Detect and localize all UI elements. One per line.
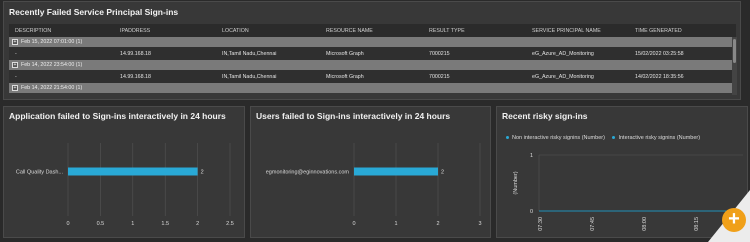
group-label: Feb 14, 2022 23:54:00 (1) <box>21 62 83 68</box>
cell-result-type: 7000215 <box>429 74 450 80</box>
x-tick-label: 3 <box>478 221 481 227</box>
cell-service-principal-name: eG_Azure_AD_Monitoring <box>532 74 594 80</box>
cell-resource-name: Microsoft Graph <box>326 74 364 80</box>
y-tick-label: 0 <box>530 209 533 215</box>
x-tick-label: 0 <box>66 221 69 227</box>
group-row[interactable]: + Feb 14, 2022 23:54:00 (1) <box>9 60 736 70</box>
table-row[interactable]: - 14.99.168.18 IN,Tamil Nadu,Chennai Mic… <box>9 70 736 83</box>
x-tick-label: 08:15 <box>694 217 700 231</box>
column-header-result-type[interactable]: RESULT TYPE <box>429 28 465 34</box>
cell-ipaddress: 14.99.168.18 <box>120 74 151 80</box>
column-header-resource-name[interactable]: RESOURCE NAME <box>326 28 373 34</box>
cell-time-generated: 15/02/2022 03:25:58 <box>635 51 684 57</box>
user-failed-signins-panel: Users failed to Sign-ins interactively i… <box>250 106 491 238</box>
column-header-service-principal-name[interactable]: SERVICE PRINCIPAL NAME <box>532 28 601 34</box>
group-row[interactable]: + Feb 14, 2022 21:54:00 (1) <box>9 83 736 93</box>
bar-value-label: 2 <box>441 170 444 176</box>
x-tick-label: 2 <box>436 221 439 227</box>
x-tick-label: 1 <box>394 221 397 227</box>
cell-time-generated: 14/02/2022 18:35:56 <box>635 74 684 80</box>
category-label: Call Quality Dash... <box>16 170 64 176</box>
cell-description: - <box>15 74 17 80</box>
expand-icon[interactable]: + <box>12 39 18 45</box>
app-failed-bar-chart: 0 0.5 1 1.5 2 2.5 Call Quality Dash... 2 <box>16 143 234 227</box>
cell-location: IN,Tamil Nadu,Chennai <box>222 51 277 57</box>
add-button[interactable]: + <box>722 208 746 232</box>
failed-signins-panel: Recently Failed Service Principal Sign-i… <box>3 1 741 100</box>
app-failed-signins-panel: Application failed to Sign-ins interacti… <box>3 106 245 238</box>
cell-resource-name: Microsoft Graph <box>326 51 364 57</box>
x-tick-label: 0 <box>352 221 355 227</box>
panel-title: Recently Failed Service Principal Sign-i… <box>9 7 179 17</box>
group-label: Feb 15, 2022 07:01:00 (1) <box>21 39 83 45</box>
x-tick-label: 1.5 <box>161 221 169 227</box>
cell-ipaddress: 14.99.168.18 <box>120 51 151 57</box>
column-header-time-generated[interactable]: TIME GENERATED <box>635 28 682 34</box>
x-tick-label: 07:30 <box>538 217 544 231</box>
cell-location: IN,Tamil Nadu,Chennai <box>222 74 277 80</box>
bar <box>354 167 438 176</box>
plus-icon: + <box>728 208 740 230</box>
cell-description: - <box>15 51 17 57</box>
signins-grid: DESCRIPTION IPADDRESS LOCATION RESOURCE … <box>9 24 736 93</box>
x-tick-label: 08:00 <box>642 217 648 231</box>
scrollbar-thumb[interactable] <box>733 39 736 63</box>
expand-icon[interactable]: + <box>12 85 18 91</box>
y-axis-label: (Number) <box>513 171 519 194</box>
bar-value-label: 2 <box>201 170 204 176</box>
grid-scrollbar[interactable] <box>732 37 737 95</box>
y-tick-label: 1 <box>530 153 533 159</box>
expand-icon[interactable]: + <box>12 62 18 68</box>
category-label: egmonitoring@eginnovations.com <box>266 170 350 176</box>
x-tick-label: 2.5 <box>226 221 234 227</box>
cell-result-type: 7000215 <box>429 51 450 57</box>
x-tick-label: 07:45 <box>590 217 596 231</box>
column-header-location[interactable]: LOCATION <box>222 28 249 34</box>
x-tick-label: 1 <box>131 221 134 227</box>
column-header-description[interactable]: DESCRIPTION <box>15 28 51 34</box>
x-tick-label: 0.5 <box>97 221 105 227</box>
column-header-ipaddress[interactable]: IPADDRESS <box>120 28 150 34</box>
bar <box>68 167 198 176</box>
table-row[interactable]: - 14.99.168.18 IN,Tamil Nadu,Chennai Mic… <box>9 47 736 60</box>
grid-header: DESCRIPTION IPADDRESS LOCATION RESOURCE … <box>9 24 736 37</box>
cell-service-principal-name: eG_Azure_AD_Monitoring <box>532 51 594 57</box>
x-tick-label: 2 <box>196 221 199 227</box>
group-row[interactable]: + Feb 15, 2022 07:01:00 (1) <box>9 37 736 47</box>
group-label: Feb 14, 2022 21:54:00 (1) <box>21 85 83 91</box>
user-failed-bar-chart: 0 1 2 3 egmonitoring@eginnovations.com 2 <box>266 143 482 227</box>
